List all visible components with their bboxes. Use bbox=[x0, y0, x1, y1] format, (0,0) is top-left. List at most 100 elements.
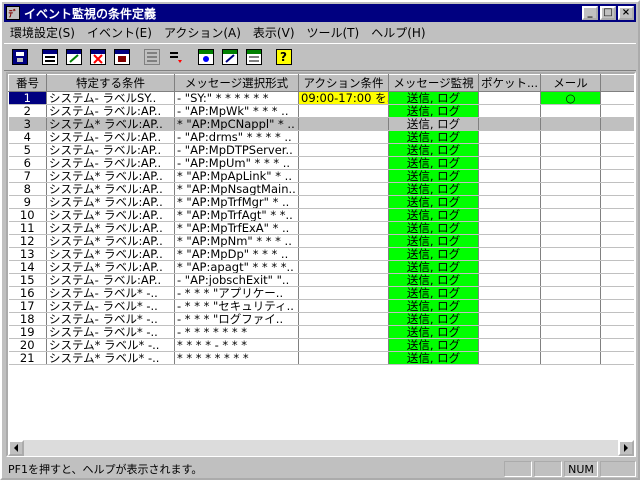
row-message-format[interactable]: * "AP:MpTrfExA" * .. bbox=[174, 221, 299, 235]
copy-event-button[interactable] bbox=[110, 46, 133, 68]
action-button[interactable] bbox=[194, 46, 217, 68]
table-row[interactable]: 10 システム* ラベル:AP.. * "AP:MpTrfAgt" * *.. 送信,… bbox=[8, 208, 634, 222]
row-condition[interactable]: システム- ラベル* -.. bbox=[46, 286, 175, 300]
row-pocket[interactable] bbox=[478, 156, 541, 170]
column-header-condition[interactable]: 特定する条件 bbox=[46, 74, 175, 92]
row-number[interactable]: 13 bbox=[8, 247, 47, 261]
row-popup[interactable] bbox=[600, 273, 634, 287]
column-header-message-format[interactable]: メッセージ選択形式 bbox=[174, 74, 299, 92]
row-mail[interactable] bbox=[540, 273, 601, 287]
row-condition[interactable]: システム* ラベル:AP.. bbox=[46, 221, 175, 235]
row-message-format[interactable]: * "AP:MpApLink" * .. bbox=[174, 169, 299, 183]
row-mail[interactable] bbox=[540, 169, 601, 183]
table-row[interactable]: 3 システム* ラベル:AP.. * "AP:MpCNappl" * .. 送信, ロ… bbox=[8, 117, 634, 131]
row-message-format[interactable]: * "AP:MpCNappl" * .. bbox=[174, 117, 299, 131]
row-message-monitor[interactable]: 送信, ログ bbox=[388, 169, 479, 183]
row-pocket[interactable] bbox=[478, 299, 541, 313]
horizontal-scrollbar[interactable] bbox=[8, 440, 634, 456]
move-button[interactable] bbox=[164, 46, 187, 68]
row-mail[interactable] bbox=[540, 182, 601, 196]
menu-help[interactable]: ヘルプ(H) bbox=[365, 24, 431, 41]
row-action-condition[interactable] bbox=[298, 156, 389, 170]
row-action-condition[interactable] bbox=[298, 208, 389, 222]
row-number[interactable]: 5 bbox=[8, 143, 47, 157]
row-message-format[interactable]: - * * * * * * * bbox=[174, 325, 299, 339]
row-message-format[interactable]: - "SY:" * * * * * * bbox=[174, 91, 299, 105]
row-action-condition[interactable] bbox=[298, 130, 389, 144]
row-action-condition[interactable] bbox=[298, 104, 389, 118]
row-message-format[interactable]: * "AP:MpTrfMgr" * .. bbox=[174, 195, 299, 209]
row-mail[interactable] bbox=[540, 143, 601, 157]
row-mail[interactable] bbox=[540, 117, 601, 131]
help-button[interactable]: ? bbox=[272, 46, 295, 68]
table-row[interactable]: 16 システム- ラベル* -.. - * * * "アプリケー.. 送信, ログ bbox=[8, 286, 634, 300]
row-pocket[interactable] bbox=[478, 338, 541, 352]
row-popup[interactable] bbox=[600, 169, 634, 183]
table-row[interactable]: 8 システム* ラベル:AP.. * "AP:MpNsagtMain.. 送信, ログ bbox=[8, 182, 634, 196]
row-action-condition[interactable] bbox=[298, 325, 389, 339]
row-popup[interactable] bbox=[600, 156, 634, 170]
row-message-monitor[interactable]: 送信, ログ bbox=[388, 208, 479, 222]
row-message-monitor[interactable]: 送信, ログ bbox=[388, 260, 479, 274]
column-header-number[interactable]: 番号 bbox=[8, 74, 47, 92]
row-message-format[interactable]: * "AP:MpNsagtMain.. bbox=[174, 182, 299, 196]
row-condition[interactable]: システム- ラベル* -.. bbox=[46, 312, 175, 326]
row-number[interactable]: 7 bbox=[8, 169, 47, 183]
row-condition[interactable]: システム* ラベル* -.. bbox=[46, 351, 175, 365]
menu-event[interactable]: イベント(E) bbox=[81, 24, 158, 41]
row-action-condition[interactable]: 09:00-17:00 を... bbox=[298, 91, 389, 105]
close-button[interactable]: × bbox=[618, 6, 634, 20]
table-row[interactable]: 2 システム- ラベル:AP.. - "AP:MpWk" * * * .. 送信, ロ… bbox=[8, 104, 634, 118]
row-message-monitor[interactable]: 送信, ログ bbox=[388, 338, 479, 352]
minimize-button[interactable]: _ bbox=[582, 6, 598, 20]
row-condition[interactable]: システム- ラベル* -.. bbox=[46, 325, 175, 339]
row-message-monitor[interactable]: 送信, ログ bbox=[388, 325, 479, 339]
row-popup[interactable] bbox=[600, 351, 634, 365]
row-message-monitor[interactable]: 送信, ログ bbox=[388, 221, 479, 235]
row-popup[interactable] bbox=[600, 143, 634, 157]
row-message-monitor[interactable]: 送信, ログ bbox=[388, 312, 479, 326]
row-pocket[interactable] bbox=[478, 351, 541, 365]
row-popup[interactable] bbox=[600, 221, 634, 235]
action-settings-button[interactable] bbox=[218, 46, 241, 68]
row-mail[interactable] bbox=[540, 195, 601, 209]
row-action-condition[interactable] bbox=[298, 195, 389, 209]
row-pocket[interactable] bbox=[478, 260, 541, 274]
row-pocket[interactable] bbox=[478, 117, 541, 131]
row-message-monitor[interactable]: 送信, ログ bbox=[388, 104, 479, 118]
row-popup[interactable] bbox=[600, 208, 634, 222]
row-number[interactable]: 10 bbox=[8, 208, 47, 222]
row-condition[interactable]: システム- ラベル:AP.. bbox=[46, 273, 175, 287]
row-popup[interactable] bbox=[600, 247, 634, 261]
table-row[interactable]: 18 システム- ラベル* -.. - * * * "ログファイ.. 送信, ログ bbox=[8, 312, 634, 326]
row-message-monitor[interactable]: 送信, ログ bbox=[388, 130, 479, 144]
row-mail[interactable] bbox=[540, 351, 601, 365]
row-action-condition[interactable] bbox=[298, 221, 389, 235]
row-action-condition[interactable] bbox=[298, 286, 389, 300]
row-pocket[interactable] bbox=[478, 273, 541, 287]
row-popup[interactable] bbox=[600, 117, 634, 131]
row-action-condition[interactable] bbox=[298, 351, 389, 365]
row-number[interactable]: 18 bbox=[8, 312, 47, 326]
row-condition[interactable]: システム- ラベル:AP.. bbox=[46, 143, 175, 157]
row-mail[interactable] bbox=[540, 221, 601, 235]
row-pocket[interactable] bbox=[478, 208, 541, 222]
row-action-condition[interactable] bbox=[298, 234, 389, 248]
row-message-format[interactable]: - "AP:MpUm" * * * .. bbox=[174, 156, 299, 170]
row-message-monitor[interactable]: 送信, ログ bbox=[388, 156, 479, 170]
column-header-mail[interactable]: メール bbox=[540, 74, 601, 92]
row-message-format[interactable]: * * * * * * * * bbox=[174, 351, 299, 365]
row-number[interactable]: 2 bbox=[8, 104, 47, 118]
table-row[interactable]: 12 システム* ラベル:AP.. * "AP:MpNm" * * * .. 送信, … bbox=[8, 234, 634, 248]
row-condition[interactable]: システム* ラベル:AP.. bbox=[46, 182, 175, 196]
save-button[interactable] bbox=[8, 46, 31, 68]
row-condition[interactable]: システム* ラベル* -.. bbox=[46, 338, 175, 352]
row-popup[interactable] bbox=[600, 286, 634, 300]
row-condition[interactable]: システム- ラベルSY.. bbox=[46, 91, 175, 105]
row-condition[interactable]: システム* ラベル:AP.. bbox=[46, 234, 175, 248]
column-header-message-monitor[interactable]: メッセージ監視 bbox=[388, 74, 479, 92]
row-number[interactable]: 21 bbox=[8, 351, 47, 365]
row-pocket[interactable] bbox=[478, 312, 541, 326]
app-icon[interactable]: ﾃﾞ bbox=[6, 6, 20, 20]
scroll-left-button[interactable] bbox=[8, 440, 24, 456]
